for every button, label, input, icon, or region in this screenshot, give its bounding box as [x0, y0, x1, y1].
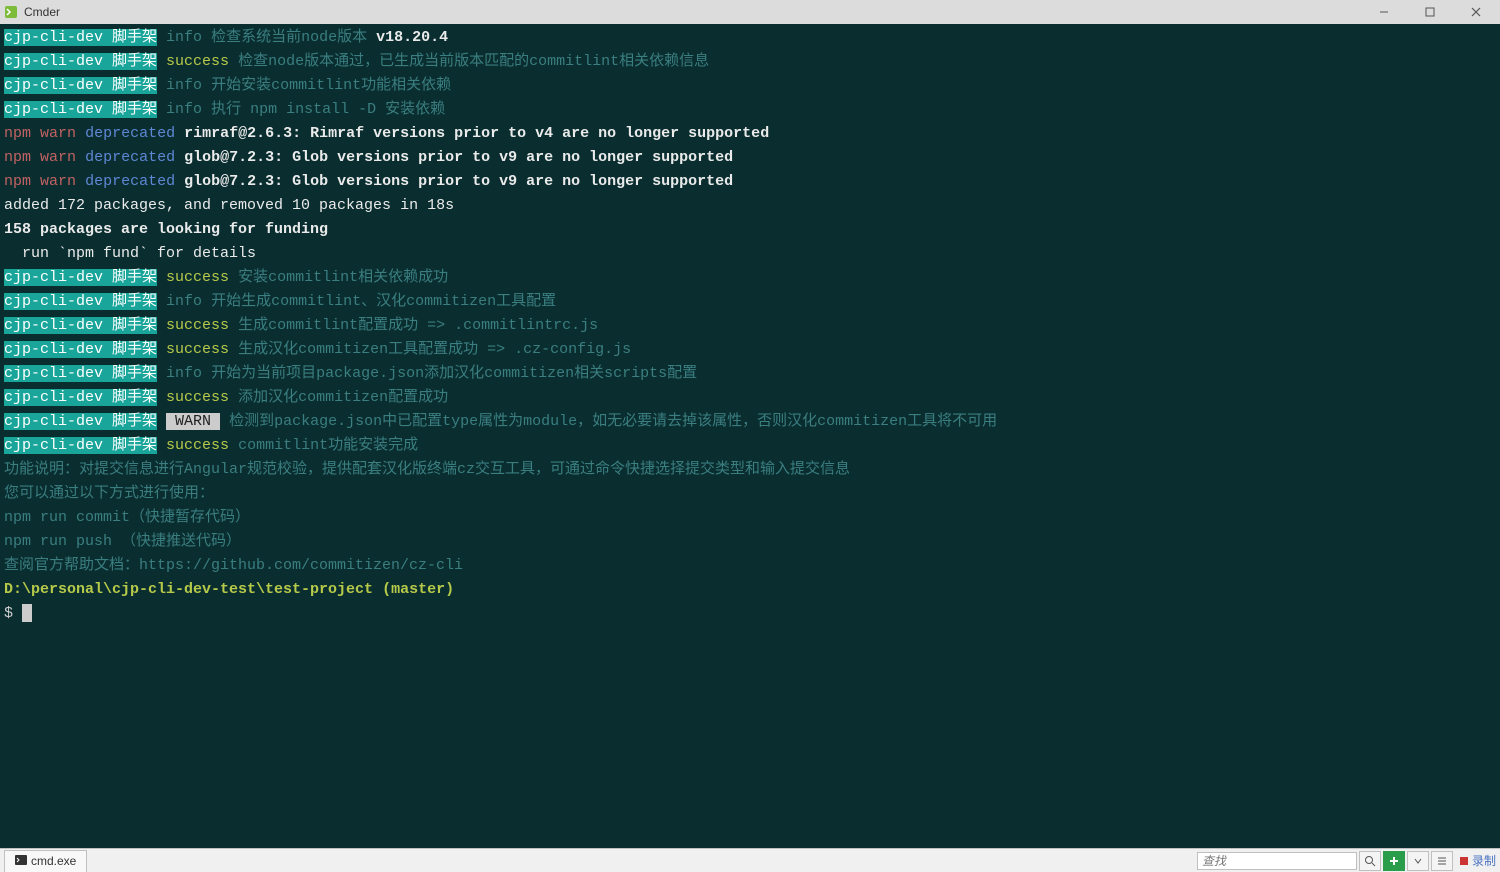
tab-cmd[interactable]: cmd.exe [4, 850, 87, 872]
terminal-line: cjp-cli-dev 脚手架 info 开始生成commitlint、汉化co… [4, 290, 1496, 314]
terminal-line: cjp-cli-dev 脚手架 success 生成汉化commitizen工具… [4, 338, 1496, 362]
tab-label: cmd.exe [31, 854, 76, 868]
terminal-line: npm warn deprecated glob@7.2.3: Glob ver… [4, 146, 1496, 170]
close-button[interactable] [1456, 1, 1496, 23]
terminal-line: cjp-cli-dev 脚手架 info 开始为当前项目package.json… [4, 362, 1496, 386]
terminal-line: 查阅官方帮助文档：https://github.com/commitizen/c… [4, 554, 1496, 578]
terminal-line: npm run push （快捷推送代码） [4, 530, 1496, 554]
terminal-output[interactable]: cjp-cli-dev 脚手架 info 检查系统当前node版本 v18.20… [0, 24, 1500, 824]
terminal-line: npm run commit（快捷暂存代码） [4, 506, 1496, 530]
terminal-line: $ [4, 602, 1496, 626]
terminal-line: npm warn deprecated glob@7.2.3: Glob ver… [4, 170, 1496, 194]
record-label[interactable]: 录制 [1459, 852, 1496, 869]
window-titlebar: Cmder [0, 0, 1500, 24]
terminal-line: D:\personal\cjp-cli-dev-test\test-projec… [4, 578, 1496, 602]
search-input[interactable] [1197, 852, 1357, 870]
terminal-line: cjp-cli-dev 脚手架 info 执行 npm install -D 安… [4, 98, 1496, 122]
app-icon [4, 5, 18, 19]
search-button[interactable] [1359, 851, 1381, 871]
maximize-button[interactable] [1410, 1, 1450, 23]
dropdown-button[interactable] [1407, 851, 1429, 871]
terminal-line: cjp-cli-dev 脚手架 info 开始安装commitlint功能相关依… [4, 74, 1496, 98]
terminal-line: cjp-cli-dev 脚手架 success 检查node版本通过，已生成当前… [4, 50, 1496, 74]
terminal-line: cjp-cli-dev 脚手架 success 添加汉化commitizen配置… [4, 386, 1496, 410]
terminal-line: cjp-cli-dev 脚手架 success 安装commitlint相关依赖… [4, 266, 1496, 290]
new-tab-button[interactable] [1383, 851, 1405, 871]
terminal-line: cjp-cli-dev 脚手架 WARN 检测到package.json中已配置… [4, 410, 1496, 434]
cursor [22, 604, 32, 622]
window-title: Cmder [24, 5, 60, 19]
tab-icon [15, 854, 27, 869]
terminal-line: added 172 packages, and removed 10 packa… [4, 194, 1496, 218]
minimize-button[interactable] [1364, 1, 1404, 23]
terminal-line: cjp-cli-dev 脚手架 success commitlint功能安装完成 [4, 434, 1496, 458]
terminal-line: cjp-cli-dev 脚手架 success 生成commitlint配置成功… [4, 314, 1496, 338]
tab-bar: cmd.exe 录制 [0, 848, 1500, 872]
terminal-line: cjp-cli-dev 脚手架 info 检查系统当前node版本 v18.20… [4, 26, 1496, 50]
terminal-line: run `npm fund` for details [4, 242, 1496, 266]
terminal-line: npm warn deprecated rimraf@2.6.3: Rimraf… [4, 122, 1496, 146]
terminal-line: 158 packages are looking for funding [4, 218, 1496, 242]
terminal-line: 您可以通过以下方式进行使用： [4, 482, 1496, 506]
terminal-line: 功能说明：对提交信息进行Angular规范校验，提供配套汉化版终端cz交互工具，… [4, 458, 1496, 482]
menu-button[interactable] [1431, 851, 1453, 871]
